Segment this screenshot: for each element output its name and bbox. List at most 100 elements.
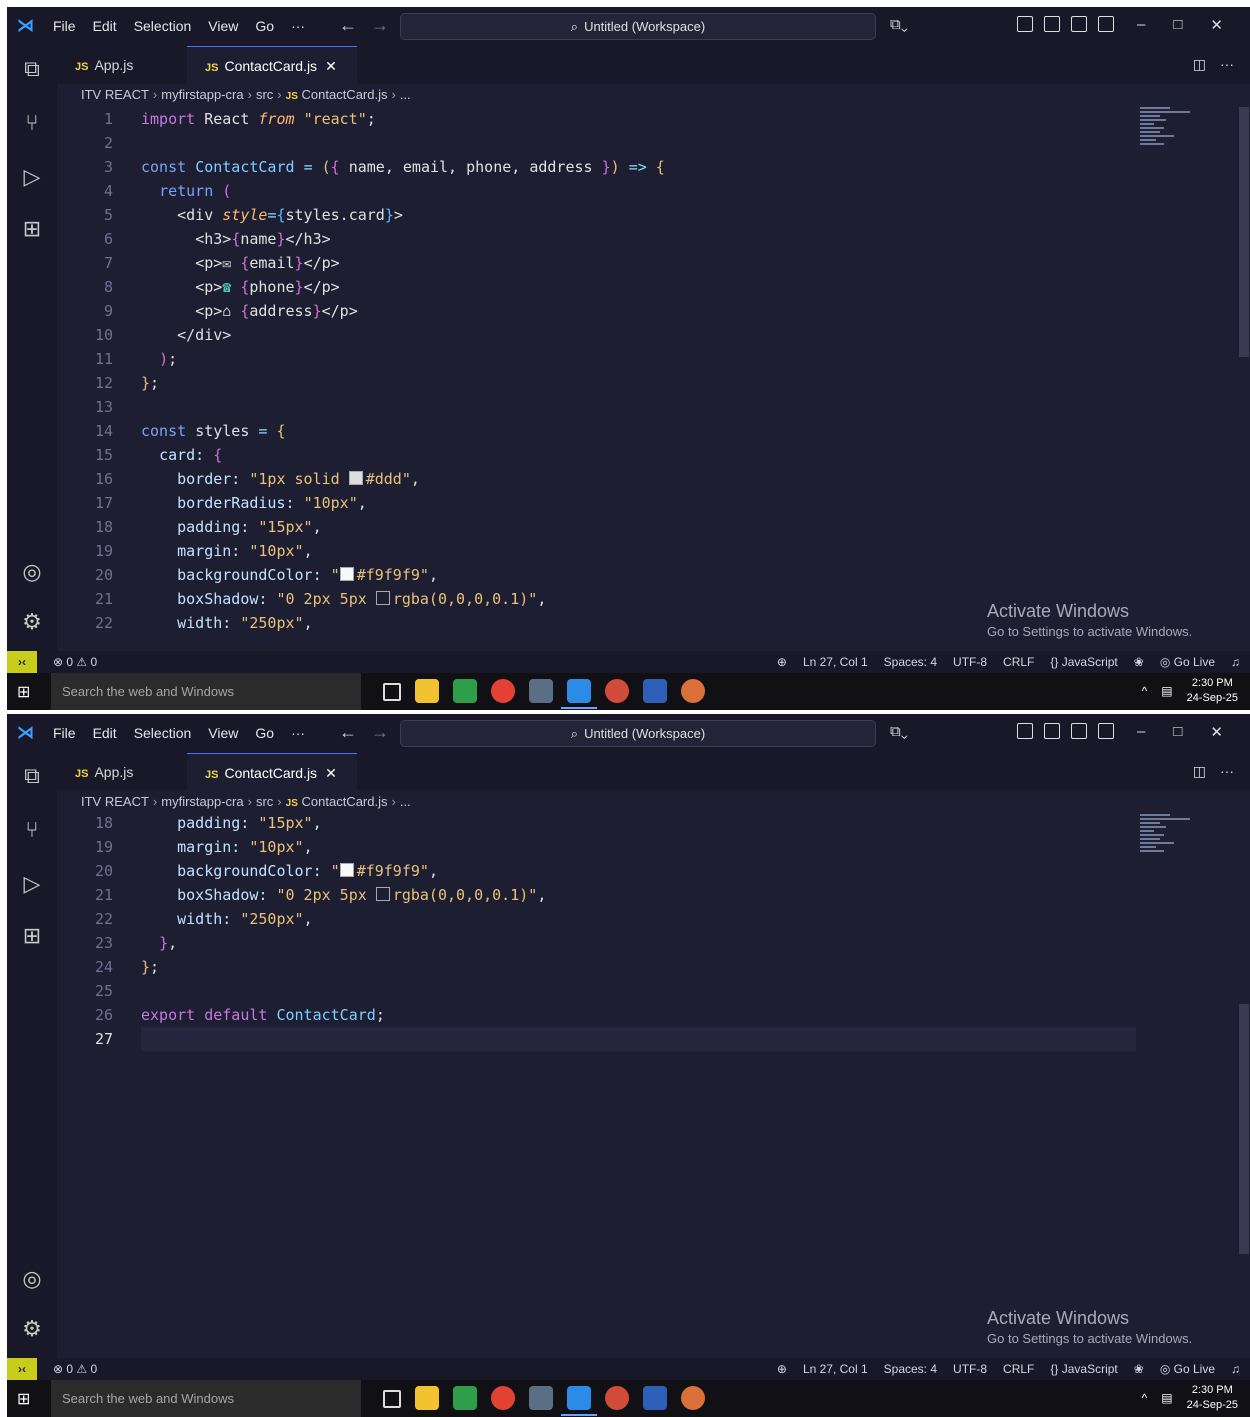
vertical-scrollbar[interactable] xyxy=(1239,107,1249,357)
split-editor-icon[interactable]: ◫ xyxy=(1193,56,1206,72)
chrome-profile-2-icon[interactable] xyxy=(681,679,705,703)
word-icon[interactable] xyxy=(643,679,667,703)
copilot-status-icon[interactable]: ❀ xyxy=(1134,651,1144,673)
command-center-search[interactable]: ⌕ Untitled (Workspace) xyxy=(400,13,876,40)
minimize-icon[interactable]: – xyxy=(1137,723,1145,741)
toggle-secondary-sidebar-icon[interactable] xyxy=(1098,723,1114,739)
source-control-icon[interactable]: ⑂ xyxy=(19,110,45,136)
clock[interactable]: 2:30 PM 24-Sep-25 xyxy=(1187,676,1238,706)
code-editor[interactable]: 18 padding: "15px", 19 margin: "10px", 2… xyxy=(57,814,1250,1352)
problems-indicator[interactable]: ⊗ 0 ⚠ 0 xyxy=(53,1358,97,1380)
task-view-icon[interactable] xyxy=(383,683,401,701)
chevron-up-icon[interactable]: ^ xyxy=(1142,1391,1148,1405)
toggle-panel-icon[interactable] xyxy=(1071,723,1087,739)
chrome-profile-2-icon[interactable] xyxy=(681,1386,705,1410)
windows-start-icon[interactable]: ⊞ xyxy=(17,1389,35,1408)
taskbar-search[interactable]: Search the web and Windows xyxy=(51,1380,361,1417)
extensions-icon[interactable]: ⊞ xyxy=(19,216,45,242)
maximize-icon[interactable]: □ xyxy=(1173,723,1182,741)
copilot-icon[interactable]: ⧉⌄ xyxy=(890,16,908,33)
split-editor-icon[interactable]: ◫ xyxy=(1193,763,1206,779)
explorer-icon[interactable]: ⧉ xyxy=(19,763,45,789)
cursor-position[interactable]: Ln 27, Col 1 xyxy=(803,651,868,673)
menu-selection[interactable]: Selection xyxy=(134,725,192,741)
taskbar-search[interactable]: Search the web and Windows xyxy=(51,673,361,710)
menu-go[interactable]: Go xyxy=(255,18,274,34)
notification-icon[interactable]: ▤ xyxy=(1161,1391,1172,1405)
breadcrumb-item[interactable]: ITV REACT xyxy=(81,87,149,102)
menu-selection[interactable]: Selection xyxy=(134,18,192,34)
color-swatch[interactable] xyxy=(339,863,354,877)
go-live-button[interactable]: ◎ Go Live xyxy=(1160,1358,1215,1380)
color-swatch[interactable] xyxy=(348,471,363,485)
remote-indicator-icon[interactable]: ›‹ xyxy=(7,651,37,673)
minimize-icon[interactable]: – xyxy=(1137,16,1145,34)
close-icon[interactable]: ✕ xyxy=(325,765,337,781)
menu-view[interactable]: View xyxy=(208,18,238,34)
menu-go[interactable]: Go xyxy=(255,725,274,741)
tab-contactcard-js[interactable]: JS ContactCard.js ✕ xyxy=(187,46,357,84)
breadcrumb-item[interactable]: ContactCard.js xyxy=(302,87,388,102)
customize-layout-icon[interactable] xyxy=(1017,16,1033,32)
menu-view[interactable]: View xyxy=(208,725,238,741)
back-arrow-icon[interactable]: ← xyxy=(339,15,357,35)
zoom-in-icon[interactable]: ⊕ xyxy=(777,1358,787,1380)
encoding[interactable]: UTF-8 xyxy=(953,651,987,673)
chrome-profile-icon[interactable] xyxy=(605,679,629,703)
forward-arrow-icon[interactable]: → xyxy=(371,15,389,35)
close-window-icon[interactable]: ✕ xyxy=(1210,723,1223,741)
chevron-up-icon[interactable]: ^ xyxy=(1142,684,1148,698)
more-actions-icon[interactable]: ··· xyxy=(1220,763,1234,779)
gear-icon[interactable]: ⚙ xyxy=(19,1316,45,1342)
breadcrumb-item[interactable]: ... xyxy=(400,87,411,102)
menu-more[interactable]: ··· xyxy=(291,18,305,34)
file-explorer-icon[interactable] xyxy=(415,1386,439,1410)
color-swatch[interactable] xyxy=(375,887,390,901)
windows-start-icon[interactable]: ⊞ xyxy=(17,682,35,701)
code-editor[interactable]: 1 import React from "react"; 2 3 const Con… xyxy=(57,107,1250,645)
clock[interactable]: 2:30 PM 24-Sep-25 xyxy=(1187,1383,1238,1413)
back-arrow-icon[interactable]: ← xyxy=(339,722,357,742)
bell-icon[interactable]: ♫ xyxy=(1231,1358,1240,1380)
minimap[interactable] xyxy=(1140,107,1200,167)
terminal-icon[interactable] xyxy=(529,679,553,703)
vertical-scrollbar[interactable] xyxy=(1239,1004,1249,1254)
color-swatch[interactable] xyxy=(339,567,354,581)
line-ending[interactable]: CRLF xyxy=(1003,1358,1034,1380)
breadcrumb-item[interactable]: ContactCard.js xyxy=(302,794,388,809)
copilot-icon[interactable]: ⧉⌄ xyxy=(890,723,908,740)
explorer-icon[interactable]: ⧉ xyxy=(19,56,45,82)
menu-edit[interactable]: Edit xyxy=(93,18,117,34)
terminal-icon[interactable] xyxy=(529,1386,553,1410)
run-debug-icon[interactable]: ▷ xyxy=(19,871,45,897)
gear-icon[interactable]: ⚙ xyxy=(19,609,45,635)
breadcrumb-item[interactable]: ITV REACT xyxy=(81,794,149,809)
go-live-button[interactable]: ◎ Go Live xyxy=(1160,651,1215,673)
chrome-profile-icon[interactable] xyxy=(605,1386,629,1410)
customize-layout-icon[interactable] xyxy=(1017,723,1033,739)
menu-more[interactable]: ··· xyxy=(291,725,305,741)
color-swatch[interactable] xyxy=(375,591,390,605)
zoom-in-icon[interactable]: ⊕ xyxy=(777,651,787,673)
close-window-icon[interactable]: ✕ xyxy=(1210,16,1223,34)
toggle-secondary-sidebar-icon[interactable] xyxy=(1098,16,1114,32)
close-icon[interactable]: ✕ xyxy=(325,58,337,74)
account-icon[interactable]: ◎ xyxy=(19,1266,45,1292)
vscode-taskbar-icon[interactable] xyxy=(561,1386,597,1416)
breadcrumb-item[interactable]: myfirstapp-cra xyxy=(161,87,243,102)
breadcrumb-item[interactable]: src xyxy=(256,87,273,102)
excel-icon[interactable] xyxy=(453,1386,477,1410)
toggle-primary-sidebar-icon[interactable] xyxy=(1044,16,1060,32)
run-debug-icon[interactable]: ▷ xyxy=(19,164,45,190)
toggle-primary-sidebar-icon[interactable] xyxy=(1044,723,1060,739)
maximize-icon[interactable]: □ xyxy=(1173,16,1182,34)
account-icon[interactable]: ◎ xyxy=(19,559,45,585)
chrome-icon[interactable] xyxy=(491,679,515,703)
problems-indicator[interactable]: ⊗ 0 ⚠ 0 xyxy=(53,651,97,673)
toggle-panel-icon[interactable] xyxy=(1071,16,1087,32)
breadcrumb-item[interactable]: myfirstapp-cra xyxy=(161,794,243,809)
minimap[interactable] xyxy=(1140,814,1200,874)
tab-app-js[interactable]: JS App.js xyxy=(57,46,177,84)
menu-file[interactable]: File xyxy=(53,725,76,741)
copilot-status-icon[interactable]: ❀ xyxy=(1134,1358,1144,1380)
